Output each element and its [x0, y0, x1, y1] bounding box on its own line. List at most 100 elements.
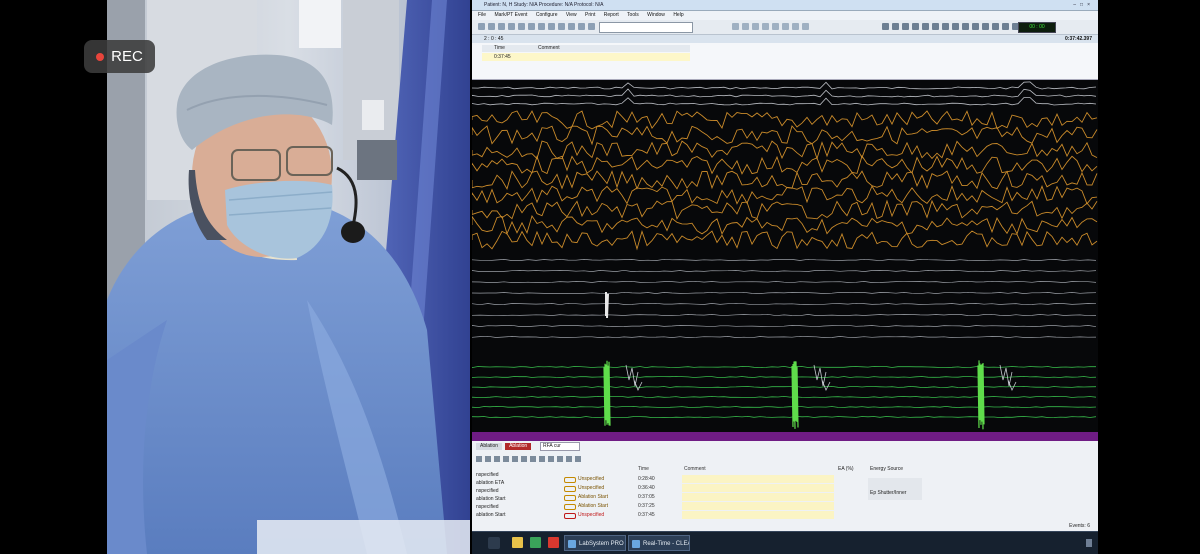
col-ea: EA (%) — [838, 466, 854, 472]
tool-icon[interactable] — [488, 23, 495, 30]
tool-icon[interactable] — [792, 23, 799, 30]
tool-icon[interactable] — [762, 23, 769, 30]
tool-icon[interactable] — [518, 23, 525, 30]
tool-icon[interactable] — [992, 23, 999, 30]
tool-icon[interactable] — [782, 23, 789, 30]
tool-icon[interactable] — [557, 456, 563, 462]
event-time: 0:37:45 — [494, 54, 511, 60]
event-comment-cell[interactable] — [682, 511, 834, 519]
signal-trace — [472, 335, 1097, 339]
tool-icon[interactable] — [568, 23, 575, 30]
menu-window[interactable]: Window — [647, 12, 665, 18]
tool-icon[interactable] — [942, 23, 949, 30]
tool-icon[interactable] — [588, 23, 595, 30]
table-row[interactable]: Ablation Start 0:37:05 — [562, 493, 834, 501]
tool-icon[interactable] — [902, 23, 909, 30]
tool-icon[interactable] — [742, 23, 749, 30]
tool-icon[interactable] — [1002, 23, 1009, 30]
tool-icon[interactable] — [922, 23, 929, 30]
event-comment-cell[interactable] — [682, 502, 834, 510]
menu-help[interactable]: Help — [673, 12, 683, 18]
menu-mark-event[interactable]: Mark/PT Event — [494, 12, 527, 18]
explorer-icon[interactable] — [512, 537, 523, 548]
app-icon[interactable] — [548, 537, 559, 548]
system-tray-icon[interactable] — [1086, 539, 1092, 547]
taskbar-labsystem[interactable]: LabSystem PRO v4... — [564, 535, 626, 551]
tool-icon[interactable] — [503, 456, 509, 462]
ablation-mode-select[interactable]: RFA cur — [540, 442, 580, 451]
tool-icon[interactable] — [578, 23, 585, 30]
energy-source-cell[interactable]: Ep Shutter/Inner — [868, 478, 922, 500]
event-log-row[interactable]: 0:37:45 — [482, 53, 690, 61]
menu-view[interactable]: View — [566, 12, 577, 18]
table-row-selected[interactable]: Unspecified 0:37:45 — [562, 511, 834, 519]
event-comment-cell[interactable] — [682, 493, 834, 501]
close-icon[interactable]: × — [1087, 2, 1094, 8]
ablation-tabs: Ablation Ablation — [476, 443, 532, 450]
tool-icon[interactable] — [558, 23, 565, 30]
tool-icon[interactable] — [538, 23, 545, 30]
table-row[interactable]: Ablation Start 0:37:25 — [562, 502, 834, 510]
tool-icon[interactable] — [528, 23, 535, 30]
table-row[interactable]: Unspecified 0:28:40 — [562, 475, 834, 483]
tool-icon[interactable] — [498, 23, 505, 30]
event-type-list: nspecified ablation ETA nspecified ablat… — [476, 471, 558, 519]
tool-icon[interactable] — [548, 23, 555, 30]
event-time: 0:28:40 — [638, 476, 655, 482]
menu-configure[interactable]: Configure — [536, 12, 558, 18]
tool-icon[interactable] — [752, 23, 759, 30]
tab-ablation-a[interactable]: Ablation — [476, 443, 503, 450]
list-item[interactable]: ablation Start — [476, 495, 558, 503]
tool-icon[interactable] — [548, 456, 554, 462]
list-item[interactable]: nspecified — [476, 471, 558, 479]
tab-ablation-b[interactable]: Ablation — [505, 443, 532, 450]
tool-icon[interactable] — [566, 456, 572, 462]
taskbar-realtime[interactable]: Real-Time - CLEA... — [628, 535, 690, 551]
menu-file[interactable]: File — [478, 12, 486, 18]
tool-icon[interactable] — [521, 456, 527, 462]
tool-icon[interactable] — [539, 456, 545, 462]
menu-print[interactable]: Print — [585, 12, 595, 18]
recording-indicator: REC — [84, 40, 155, 73]
tool-icon[interactable] — [882, 23, 889, 30]
list-item[interactable]: ablation ETA — [476, 479, 558, 487]
tool-icon[interactable] — [512, 456, 518, 462]
menu-tools[interactable]: Tools — [627, 12, 639, 18]
tool-icon[interactable] — [508, 23, 515, 30]
list-item[interactable]: nspecified — [476, 487, 558, 495]
tool-icon[interactable] — [485, 456, 491, 462]
tool-icon[interactable] — [478, 23, 485, 30]
protocol-dropdown[interactable] — [599, 22, 693, 33]
tool-icon[interactable] — [952, 23, 959, 30]
tool-icon[interactable] — [530, 456, 536, 462]
tool-icon[interactable] — [575, 456, 581, 462]
tool-icon[interactable] — [912, 23, 919, 30]
ventricular-spike — [791, 361, 799, 429]
tool-icon[interactable] — [494, 456, 500, 462]
signal-trace — [472, 81, 1097, 90]
signal-trace — [472, 199, 1098, 220]
window-controls[interactable]: –□× — [1073, 0, 1094, 10]
trace-canvas — [472, 81, 1098, 430]
menu-report[interactable]: Report — [604, 12, 619, 18]
toolbar-icons-left — [478, 23, 595, 30]
tool-icon[interactable] — [972, 23, 979, 30]
list-item[interactable]: nspecified — [476, 503, 558, 511]
app-icon[interactable] — [530, 537, 541, 548]
event-comment-cell[interactable] — [682, 475, 834, 483]
signal-trace — [472, 140, 1098, 160]
table-row[interactable]: Unspecified 0:36:40 — [562, 484, 834, 492]
tool-icon[interactable] — [476, 456, 482, 462]
event-comment-cell[interactable] — [682, 484, 834, 492]
start-icon[interactable] — [488, 537, 500, 549]
tool-icon[interactable] — [962, 23, 969, 30]
tool-icon[interactable] — [932, 23, 939, 30]
tool-icon[interactable] — [732, 23, 739, 30]
tool-icon[interactable] — [892, 23, 899, 30]
list-item[interactable]: ablation Start — [476, 511, 558, 519]
tool-icon[interactable] — [772, 23, 779, 30]
event-time: 0:37:25 — [638, 503, 655, 509]
tool-icon[interactable] — [982, 23, 989, 30]
tool-icon[interactable] — [802, 23, 809, 30]
ablation-indicator-bar — [472, 432, 1098, 441]
